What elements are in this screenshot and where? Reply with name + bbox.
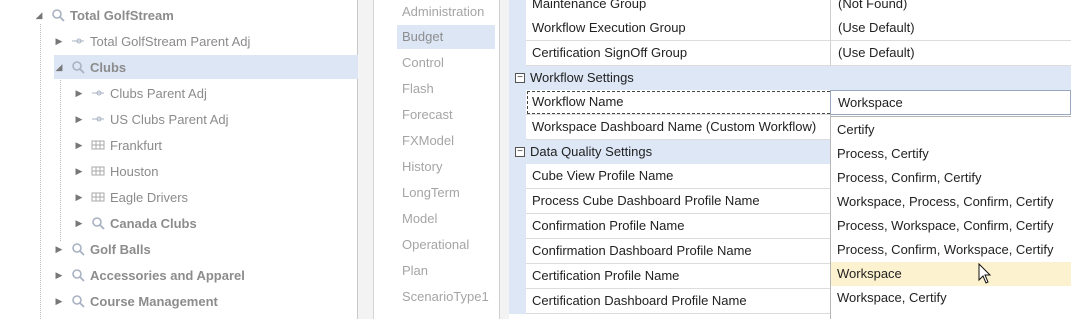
tree-item-label: Clubs	[90, 59, 127, 75]
collapse-toggle-icon[interactable]: −	[515, 147, 525, 157]
magnifier-icon	[70, 241, 86, 257]
expand-arrow-icon[interactable]: ▶	[54, 270, 64, 280]
property-value[interactable]: (Use Default)	[830, 16, 1071, 41]
scenario-item-budget[interactable]: Budget	[397, 25, 495, 49]
scenario-item-forecast[interactable]: Forecast	[397, 103, 495, 127]
property-name[interactable]: Process Cube Dashboard Profile Name	[526, 189, 836, 214]
property-name[interactable]: Cube View Profile Name	[526, 164, 836, 189]
tree-item-label: US Clubs Parent Adj	[110, 111, 229, 127]
property-name[interactable]: Maintenance Group	[526, 0, 836, 17]
tree-item-eagle-drivers[interactable]: ▶ Eagle Drivers	[74, 185, 358, 209]
dropdown-option[interactable]: Process, Workspace, Confirm, Certify	[831, 214, 1071, 238]
expand-arrow-icon[interactable]: ▶	[74, 140, 84, 150]
tree-item-us-clubs-parent-adj[interactable]: ▶ US Clubs Parent Adj	[74, 107, 358, 131]
scenario-item-scenariotype1[interactable]: ScenarioType1	[397, 285, 495, 309]
scenario-item-fxmodel[interactable]: FXModel	[397, 129, 495, 153]
property-name[interactable]: Confirmation Profile Name	[526, 214, 836, 239]
property-name[interactable]: Workflow Name	[526, 90, 836, 115]
tree-item-label: Canada Clubs	[110, 215, 197, 231]
dropdown-option[interactable]: Workspace	[831, 262, 1071, 286]
magnifier-icon	[70, 293, 86, 309]
entity-tree-panel: ◢ Total GolfStream ▶ Total GolfStream Pa…	[0, 0, 358, 319]
property-name[interactable]: Certification Profile Name	[526, 264, 836, 289]
property-row: Certification SignOff Group (Use Default…	[509, 41, 1071, 66]
scenario-item-operational[interactable]: Operational	[397, 233, 495, 257]
expand-arrow-icon[interactable]: ▶	[74, 166, 84, 176]
scenario-item-model[interactable]: Model	[397, 207, 495, 231]
property-name[interactable]: Certification Dashboard Profile Name	[526, 289, 836, 314]
tree-item-golf-balls[interactable]: ▶ Golf Balls	[54, 237, 358, 261]
scenario-item-flash[interactable]: Flash	[397, 77, 495, 101]
grid-icon	[90, 163, 106, 179]
property-row: Workflow Execution Group (Use Default)	[509, 16, 1071, 41]
dropdown-option[interactable]: Certify	[831, 118, 1071, 142]
category-label: Data Quality Settings	[530, 144, 653, 159]
magnifier-icon	[90, 215, 106, 231]
dropdown-option[interactable]: Process, Confirm, Workspace, Certify	[831, 238, 1071, 262]
panel-splitter[interactable]	[500, 0, 509, 319]
tree-item-total-golfstream[interactable]: ◢ Total GolfStream	[34, 3, 358, 27]
category-workflow-settings: − Workflow Settings	[509, 66, 1071, 90]
grid-icon	[90, 189, 106, 205]
mouse-pointer-icon	[978, 263, 992, 284]
tree-item-label: Frankfurt	[110, 137, 163, 153]
adjustment-icon	[90, 85, 106, 101]
expand-arrow-icon[interactable]: ▶	[54, 244, 64, 254]
magnifier-icon	[70, 267, 86, 283]
tree-item-label: Houston	[110, 163, 159, 179]
tree-item-label: Clubs Parent Adj	[110, 85, 207, 101]
collapse-arrow-icon[interactable]: ◢	[54, 62, 64, 72]
expand-arrow-icon[interactable]: ▶	[74, 192, 84, 202]
magnifier-icon	[50, 7, 66, 23]
collapse-arrow-icon[interactable]: ◢	[34, 10, 44, 20]
scenario-item-plan[interactable]: Plan	[397, 259, 495, 283]
property-value[interactable]: (Use Default)	[830, 41, 1071, 66]
tree-item-clubs[interactable]: ◢ Clubs	[54, 55, 358, 79]
expand-arrow-icon[interactable]: ▶	[54, 36, 64, 46]
tree-item-label: Golf Balls	[90, 241, 151, 257]
tree-item-label: Total GolfStream	[70, 7, 174, 23]
expand-arrow-icon[interactable]: ▶	[54, 296, 64, 306]
property-row: Workflow Name Workspace	[509, 90, 1071, 115]
scenario-type-list: Administration Budget Control Flash Fore…	[374, 0, 500, 319]
dropdown-option[interactable]: Workspace, Certify	[831, 286, 1071, 310]
scenario-item-history[interactable]: History	[397, 155, 495, 179]
expand-arrow-icon[interactable]: ▶	[74, 218, 84, 228]
tree-item-accessories-and-apparel[interactable]: ▶ Accessories and Apparel	[54, 263, 358, 287]
expand-arrow-icon[interactable]: ▶	[74, 114, 84, 124]
scenario-item-administration[interactable]: Administration	[397, 0, 495, 24]
panel-splitter[interactable]	[358, 0, 374, 319]
scenario-item-longterm[interactable]: LongTerm	[397, 181, 495, 205]
tree-item-canada-clubs[interactable]: ▶ Canada Clubs	[74, 211, 358, 235]
category-label: Workflow Settings	[530, 70, 634, 85]
tree-item-clubs-parent-adj[interactable]: ▶ Clubs Parent Adj	[74, 81, 358, 105]
collapse-toggle-icon[interactable]: −	[515, 73, 525, 83]
scenario-item-control[interactable]: Control	[397, 51, 495, 75]
workflow-name-combobox[interactable]: Workspace	[830, 90, 1071, 115]
workflow-name-dropdown: Certify Process, Certify Process, Confir…	[830, 116, 1071, 319]
dropdown-option[interactable]: Process, Confirm, Certify	[831, 166, 1071, 190]
property-row: Maintenance Group (Not Found)	[509, 0, 1071, 17]
grid-icon	[90, 137, 106, 153]
tree-item-frankfurt[interactable]: ▶ Frankfurt	[74, 133, 358, 157]
tree-item-houston[interactable]: ▶ Houston	[74, 159, 358, 183]
workflow-profile-editor: ◢ Total GolfStream ▶ Total GolfStream Pa…	[0, 0, 1071, 319]
property-name[interactable]: Certification SignOff Group	[526, 41, 836, 66]
property-name[interactable]: Workspace Dashboard Name (Custom Workflo…	[526, 115, 836, 140]
dropdown-option[interactable]: Process, Certify	[831, 142, 1071, 166]
adjustment-icon	[70, 33, 86, 49]
dropdown-option[interactable]: Workspace, Process, Confirm, Certify	[831, 190, 1071, 214]
expand-arrow-icon[interactable]: ▶	[74, 88, 84, 98]
adjustment-icon	[90, 111, 106, 127]
tree-item-label: Course Management	[90, 293, 218, 309]
property-name[interactable]: Confirmation Dashboard Profile Name	[526, 239, 836, 264]
tree-item-total-golfstream-parent-adj[interactable]: ▶ Total GolfStream Parent Adj	[54, 29, 358, 53]
property-value[interactable]: (Not Found)	[830, 0, 1071, 17]
magnifier-icon	[70, 59, 86, 75]
tree-item-label: Eagle Drivers	[110, 189, 189, 205]
property-name[interactable]: Workflow Execution Group	[526, 16, 836, 41]
tree-item-label: Total GolfStream Parent Adj	[90, 33, 251, 49]
tree-item-label: Accessories and Apparel	[90, 267, 245, 283]
tree-item-course-management[interactable]: ▶ Course Management	[54, 289, 358, 313]
